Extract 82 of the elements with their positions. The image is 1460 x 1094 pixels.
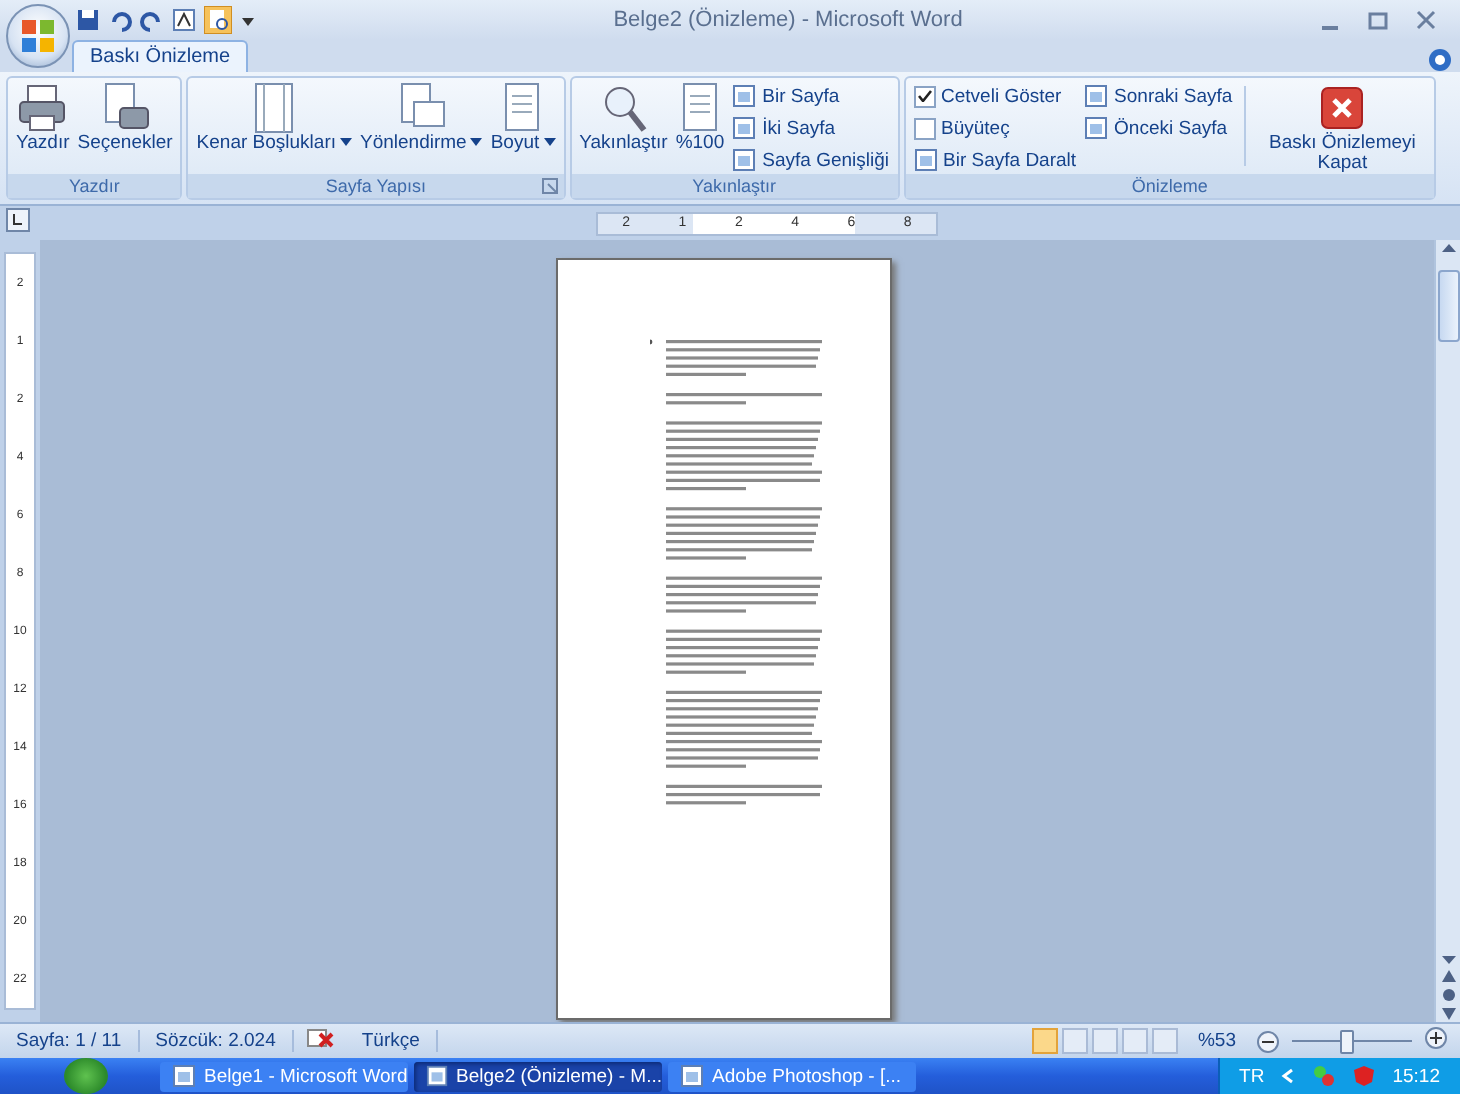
- ribbon-button[interactable]: Bir Sayfa: [732, 82, 890, 110]
- page-icon: [732, 84, 757, 108]
- group-label: Önizleme: [1131, 176, 1208, 196]
- start-button[interactable]: [64, 1058, 108, 1094]
- arrow-down-icon: [1439, 950, 1457, 968]
- ribbon-button[interactable]: Önceki Sayfa: [1084, 114, 1233, 142]
- page-printer-icon: [99, 82, 152, 134]
- ribbon-button[interactable]: Sayfa Genişliği: [732, 146, 890, 174]
- page-icon: [1084, 116, 1109, 140]
- ribbon-tab[interactable]: Baskı Önizleme: [72, 40, 249, 72]
- ribbon-button[interactable]: Yönlendirme: [360, 82, 483, 154]
- taskbar-button[interactable]: Belge2 (Önizleme) - M...: [414, 1061, 662, 1091]
- dialog-launcher-icon: [541, 178, 558, 194]
- ribbon-button[interactable]: Yazdır: [16, 82, 70, 154]
- window-title: Belge2 (Önizleme) - Microsoft Word: [611, 8, 965, 32]
- page-count[interactable]: Sayfa: 1 / 11: [0, 1030, 140, 1052]
- office-button[interactable]: [6, 4, 70, 68]
- group-label: Sayfa Yapısı: [325, 176, 427, 196]
- network-icon: [1312, 1064, 1337, 1088]
- ribbon-button[interactable]: İki Sayfa: [732, 114, 890, 142]
- scroll-thumb[interactable]: [1437, 270, 1459, 342]
- margins-icon: [250, 82, 299, 134]
- ribbon-button[interactable]: Sonraki Sayfa: [1084, 82, 1233, 110]
- clock: 15:12: [1392, 1065, 1440, 1087]
- caret-icon: [543, 138, 556, 147]
- minimize-icon: [1320, 26, 1340, 30]
- view-button[interactable]: [1031, 1028, 1058, 1054]
- redo-icon: [140, 8, 164, 32]
- printer-icon: [16, 82, 69, 134]
- checkbox-box[interactable]: [913, 117, 936, 139]
- ribbon-button[interactable]: %100: [675, 82, 725, 154]
- page-icon: [732, 148, 757, 172]
- page-icon: [913, 148, 938, 172]
- zoom-out-icon: [1256, 1029, 1280, 1053]
- checkbox[interactable]: Büyüteç: [913, 114, 1077, 142]
- view-button[interactable]: [1121, 1028, 1148, 1054]
- view-button[interactable]: [1091, 1028, 1118, 1054]
- close-icon: [1316, 82, 1369, 134]
- page-icon: [1084, 84, 1109, 108]
- app-icon: [426, 1064, 449, 1088]
- previous-page-icon: [1439, 968, 1457, 986]
- ribbon-button[interactable]: Seçenekler: [77, 82, 173, 154]
- caret-icon: [470, 138, 483, 147]
- office-logo-icon: [20, 18, 56, 54]
- view-button[interactable]: [1061, 1028, 1088, 1054]
- caret-icon: [340, 138, 352, 147]
- help-icon: [1428, 48, 1452, 72]
- ribbon-button[interactable]: Yakınlaştır: [579, 82, 668, 154]
- page-icon: [732, 116, 757, 140]
- zoom-in-icon: [1424, 1026, 1448, 1050]
- app-icon: [172, 1064, 196, 1088]
- shield-icon: [1352, 1064, 1377, 1088]
- ribbon-button[interactable]: Boyut: [490, 82, 556, 154]
- app-icon: [680, 1064, 704, 1088]
- view-button[interactable]: [1151, 1028, 1178, 1054]
- check-icon: [917, 90, 932, 102]
- magnifier-icon: [599, 82, 648, 134]
- group-label: Yazdır: [68, 176, 120, 196]
- scrollbar[interactable]: [1434, 240, 1460, 1022]
- ribbon-button[interactable]: Kenar Boşlukları: [196, 82, 352, 154]
- close-icon: [1416, 10, 1436, 30]
- ribbon-button[interactable]: Baskı Önizlemeyi Kapat: [1258, 82, 1427, 174]
- text-icon: [172, 8, 196, 32]
- ribbon-button[interactable]: Bir Sayfa Daralt: [913, 146, 1077, 174]
- undo-icon: [108, 8, 132, 32]
- taskbar-button[interactable]: Adobe Photoshop - [...: [668, 1061, 916, 1091]
- zoom-slider-thumb[interactable]: [1340, 1029, 1354, 1053]
- save-icon: [76, 8, 100, 32]
- tab-selector-icon: [6, 207, 30, 231]
- taskbar-button[interactable]: Belge1 - Microsoft Word: [160, 1061, 408, 1091]
- maximize-icon: [1368, 10, 1388, 30]
- browse-object-icon: [1439, 986, 1457, 1004]
- checkbox[interactable]: Cetveli Göster: [913, 82, 1077, 110]
- word-count[interactable]: Sözcük: 2.024: [139, 1030, 294, 1052]
- checkbox-box[interactable]: [913, 85, 936, 107]
- proofing-icon: [305, 1026, 334, 1050]
- zoom-level[interactable]: %53: [1197, 1030, 1236, 1052]
- print-preview-icon: [204, 6, 232, 34]
- group-label: Yakınlaştır: [692, 176, 776, 196]
- chevron-left-icon: [1280, 1068, 1297, 1084]
- arrow-up-icon: [1439, 240, 1457, 258]
- language-status[interactable]: Türkçe: [345, 1030, 438, 1052]
